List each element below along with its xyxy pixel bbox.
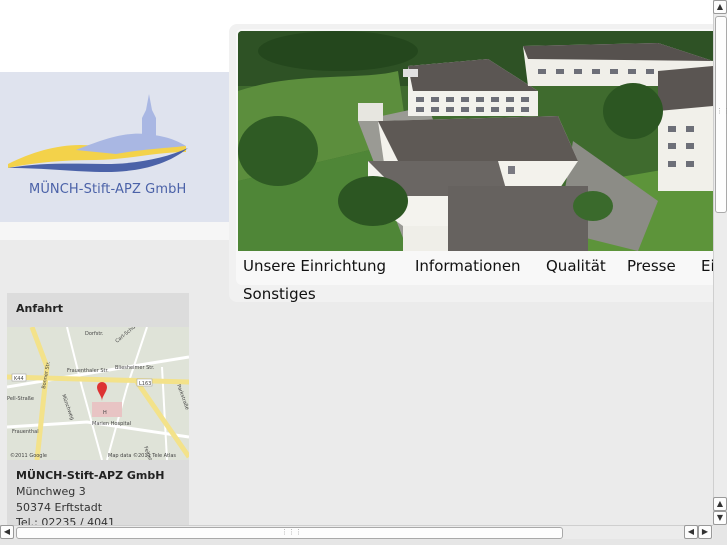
grip-icon: ⋮⋮⋮ <box>281 528 302 536</box>
map-label: L163 <box>139 381 151 387</box>
address-city: 50374 Erftstadt <box>16 501 103 514</box>
map-graphic[interactable]: Dorfstr. Carl-Schurz-Str. Frauenthaler S… <box>7 327 189 460</box>
map-label: Dorfstr. <box>85 331 104 337</box>
nav-item-presse[interactable]: Presse <box>627 257 676 275</box>
map-label: Frauenthaler Str. <box>67 368 109 374</box>
logo-icon[interactable] <box>6 88 190 180</box>
logo-divider <box>0 222 230 240</box>
map-widget[interactable]: Dorfstr. Carl-Schurz-Str. Frauenthaler S… <box>7 327 189 460</box>
scroll-left-icon[interactable]: ◀ <box>684 525 698 539</box>
nav-item-unsere-einrichtung[interactable]: Unsere Einrichtung <box>243 257 386 275</box>
map-label: Frauenthal <box>12 429 39 435</box>
nav-item-sonstiges[interactable]: Sonstiges <box>243 285 316 303</box>
sidebar-title: Anfahrt <box>16 302 64 315</box>
logo-brand-text: MÜNCH-Stift-APZ GmbH <box>29 182 187 197</box>
scrollbar-corner <box>713 525 727 545</box>
main-nav: Unsere Einrichtung Informationen Qualitä… <box>243 254 715 314</box>
map-copyright: ©2011 Google <box>10 452 47 459</box>
nav-item-qualitaet[interactable]: Qualität <box>546 257 606 275</box>
scroll-down-icon[interactable]: ▼ <box>713 511 727 525</box>
scroll-up-icon[interactable]: ▲ <box>713 497 727 511</box>
address-company-name: MÜNCH-Stift-APZ GmbH <box>16 469 165 482</box>
address-phone: Tel.: 02235 / 4041 <box>16 516 116 525</box>
grip-icon: ⋮⋮ <box>716 107 727 115</box>
scroll-left-icon[interactable]: ◀ <box>0 525 14 539</box>
map-label: Marien Hospital <box>92 421 131 427</box>
scroll-right-icon[interactable]: ▶ <box>698 525 712 539</box>
nav-item-informationen[interactable]: Informationen <box>415 257 521 275</box>
header-photo <box>238 31 713 251</box>
map-copyright: Map data ©2011 Tele Atlas <box>108 452 176 459</box>
map-label: Bliesheimer Str. <box>115 365 155 371</box>
map-label: K44 <box>14 376 24 382</box>
window-bottom-edge <box>0 539 713 545</box>
address-street: Münchweg 3 <box>16 485 86 498</box>
scroll-up-icon[interactable]: ▲ <box>713 0 727 14</box>
map-label: Pell-Straße <box>7 396 34 402</box>
map-label: H <box>103 410 107 416</box>
